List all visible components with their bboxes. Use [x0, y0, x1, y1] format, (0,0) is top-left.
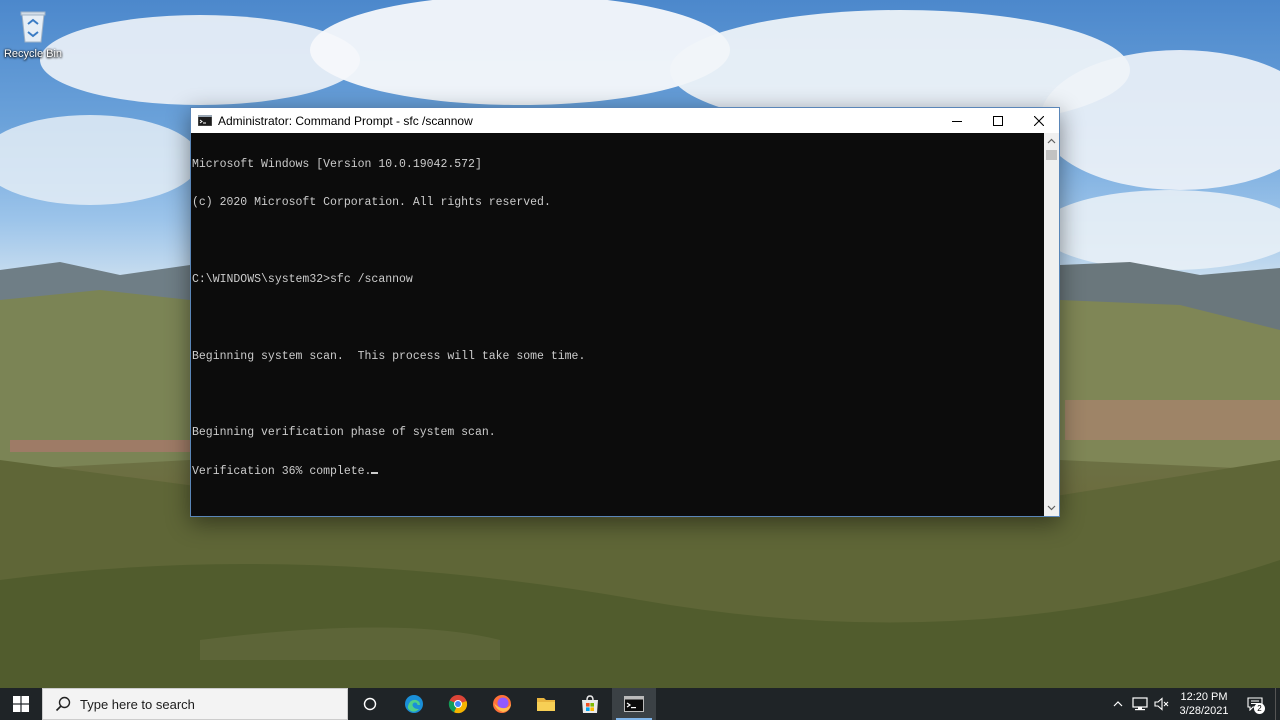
- folder-icon: [537, 698, 555, 711]
- chevron-up-icon: [1113, 701, 1123, 707]
- action-center-button[interactable]: 2: [1235, 688, 1275, 720]
- chrome-button[interactable]: [436, 688, 480, 720]
- scroll-thumb[interactable]: [1046, 150, 1057, 160]
- window-controls: [936, 108, 1059, 133]
- firefox-icon: [493, 695, 511, 713]
- windows-logo-icon: [13, 696, 29, 712]
- console-output[interactable]: Microsoft Windows [Version 10.0.19042.57…: [191, 133, 1044, 516]
- console-last-line: Verification 36% complete.: [192, 464, 1044, 479]
- store-icon: [582, 695, 598, 713]
- network-icon: [1132, 697, 1148, 711]
- console-line: (c) 2020 Microsoft Corporation. All righ…: [192, 195, 551, 209]
- maximize-icon: [992, 115, 1003, 126]
- file-explorer-button[interactable]: [524, 688, 568, 720]
- command-prompt-window[interactable]: Administrator: Command Prompt - sfc /sca…: [190, 107, 1060, 517]
- chrome-icon: [448, 695, 468, 714]
- command-prompt-icon: [198, 115, 212, 126]
- close-button[interactable]: [1018, 108, 1059, 133]
- window-title: Administrator: Command Prompt - sfc /sca…: [218, 113, 473, 128]
- task-view-button[interactable]: [348, 688, 392, 720]
- console-line: Verification 36% complete.: [192, 464, 372, 478]
- volume-button[interactable]: [1151, 688, 1173, 720]
- notification-count-badge: 2: [1254, 703, 1265, 714]
- recycle-bin-icon: [20, 11, 46, 43]
- microsoft-store-button[interactable]: [568, 688, 612, 720]
- console-line: C:\WINDOWS\system32>sfc /scannow: [192, 272, 413, 286]
- maximize-button[interactable]: [977, 108, 1018, 133]
- vertical-scrollbar[interactable]: [1044, 133, 1059, 516]
- window-titlebar[interactable]: Administrator: Command Prompt - sfc /sca…: [191, 108, 1059, 133]
- minimize-button[interactable]: [936, 108, 977, 133]
- console-line: Beginning verification phase of system s…: [192, 426, 496, 440]
- console-line: Beginning system scan. This process will…: [192, 349, 586, 363]
- edge-button[interactable]: [392, 688, 436, 720]
- recycle-bin-shortcut[interactable]: Recycle Bin: [2, 4, 64, 66]
- desktop-icon-label: Recycle Bin: [3, 48, 63, 60]
- command-prompt-taskbar-button[interactable]: [612, 688, 656, 720]
- clock-date: 3/28/2021: [1179, 705, 1229, 717]
- search-icon: [55, 696, 71, 712]
- network-button[interactable]: [1129, 688, 1151, 720]
- minimize-icon: [951, 120, 962, 122]
- text-cursor: [371, 471, 379, 474]
- taskbar-search-box[interactable]: Type here to search: [42, 688, 348, 720]
- system-tray: 12:20 PM 3/28/2021 2: [1107, 688, 1280, 720]
- close-icon: [1033, 115, 1044, 126]
- search-placeholder: Type here to search: [80, 696, 195, 712]
- console-line: Microsoft Windows [Version 10.0.19042.57…: [192, 157, 482, 171]
- start-button[interactable]: [0, 688, 42, 720]
- scroll-up-icon[interactable]: [1047, 137, 1056, 146]
- taskbar: Type here to search 12:20 PM 3/28/2021 2: [0, 688, 1280, 720]
- command-prompt-icon: [624, 696, 644, 712]
- show-hidden-icons-button[interactable]: [1107, 688, 1129, 720]
- taskbar-clock[interactable]: 12:20 PM 3/28/2021: [1173, 690, 1235, 718]
- volume-muted-icon: [1154, 697, 1169, 711]
- scroll-down-icon[interactable]: [1047, 503, 1056, 512]
- firefox-button[interactable]: [480, 688, 524, 720]
- clock-time: 12:20 PM: [1180, 691, 1228, 703]
- show-desktop-button[interactable]: [1275, 688, 1280, 720]
- edge-icon: [405, 695, 423, 713]
- task-view-icon: [363, 697, 377, 711]
